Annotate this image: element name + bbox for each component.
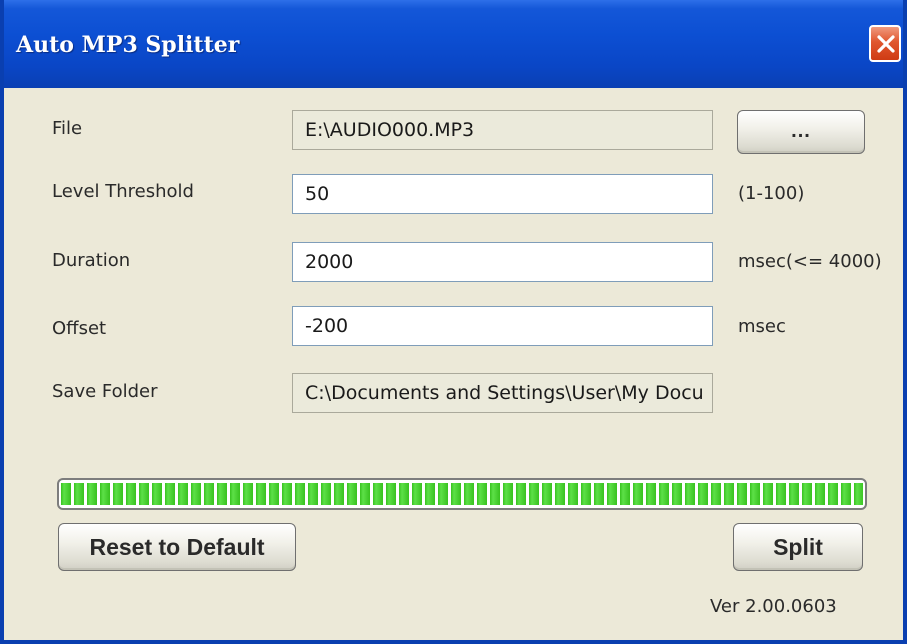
progress-fill: [61, 483, 863, 505]
duration-unit: msec(<= 4000): [738, 251, 882, 272]
progress-bar: [57, 478, 867, 510]
level-threshold-input[interactable]: 50: [292, 174, 713, 214]
level-threshold-label: Level Threshold: [52, 181, 194, 202]
reset-to-default-button[interactable]: Reset to Default: [58, 523, 296, 571]
file-label: File: [52, 118, 83, 139]
save-folder-label: Save Folder: [52, 381, 158, 402]
duration-input[interactable]: 2000: [292, 242, 713, 282]
duration-label: Duration: [52, 250, 131, 271]
browse-button[interactable]: ...: [737, 110, 865, 154]
app-window: Auto MP3 Splitter File E:\AUDIO000.MP3 .…: [0, 0, 907, 644]
offset-label: Offset: [52, 318, 107, 339]
level-threshold-range: (1-100): [738, 183, 805, 204]
close-icon: [877, 35, 895, 53]
version-label: Ver 2.00.0603: [710, 596, 837, 617]
offset-unit: msec: [738, 316, 786, 337]
close-button[interactable]: [869, 25, 901, 62]
split-button[interactable]: Split: [733, 523, 863, 571]
file-path-field[interactable]: E:\AUDIO000.MP3: [292, 110, 713, 150]
offset-input[interactable]: -200: [292, 306, 713, 346]
window-title: Auto MP3 Splitter: [16, 32, 240, 58]
save-folder-field[interactable]: C:\Documents and Settings\User\My Docu: [292, 373, 713, 413]
title-bar[interactable]: Auto MP3 Splitter: [4, 0, 903, 88]
